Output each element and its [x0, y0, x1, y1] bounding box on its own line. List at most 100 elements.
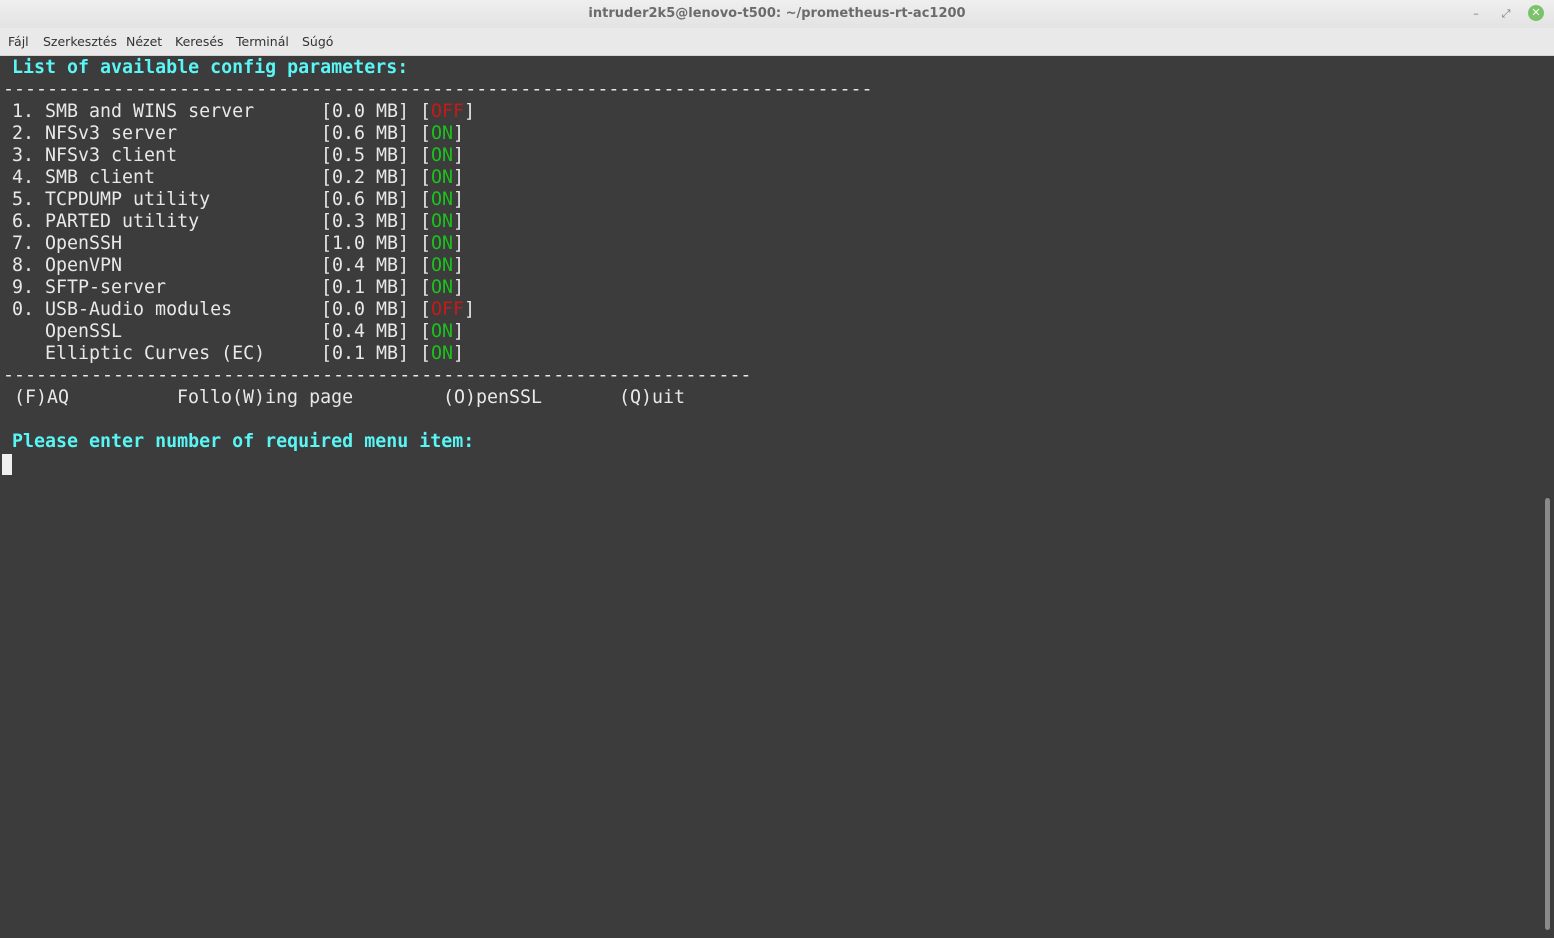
config-item-name: USB-Audio modules	[45, 299, 233, 320]
menu-bar: Fájl Szerkesztés Nézet Keresés Terminál …	[0, 28, 1554, 56]
config-item-status-wrap: [ON]	[420, 123, 464, 145]
config-item-status-wrap: [OFF]	[420, 101, 475, 123]
config-item-status-wrap: [ON]	[420, 211, 464, 233]
config-item-row: 5. TCPDUMP utility [0.6 MB] [ON]	[12, 189, 492, 211]
config-item-name: SMB and WINS server	[45, 101, 255, 122]
config-item-name: Elliptic Curves (EC)	[45, 343, 266, 364]
config-item-status: ON	[431, 277, 454, 298]
config-item-row: 3. NFSv3 client [0.5 MB] [ON]	[12, 145, 492, 167]
config-item-row: 6. PARTED utility [0.3 MB] [ON]	[12, 211, 492, 233]
input-prompt: Please enter number of required menu ite…	[12, 431, 475, 452]
config-item-row: 4. SMB client [0.2 MB] [ON]	[12, 167, 492, 189]
window-title: intruder2k5@lenovo-t500: ~/prometheus-rt…	[588, 6, 966, 21]
config-item-name: OpenVPN	[45, 255, 123, 276]
config-item-status: ON	[431, 167, 454, 188]
config-item-status: ON	[431, 123, 454, 144]
menu-view[interactable]: Nézet	[126, 34, 162, 49]
config-item-row: 1. SMB and WINS server [0.0 MB] [OFF]	[12, 101, 492, 123]
status-bracket-close: ]	[453, 167, 465, 188]
config-item-row: 7. OpenSSH [1.0 MB] [ON]	[12, 233, 492, 255]
config-item-size: [0.1 MB]	[321, 343, 410, 364]
config-item-status-wrap: [ON]	[420, 255, 464, 277]
config-item-status: ON	[431, 255, 454, 276]
status-bracket-close: ]	[453, 189, 465, 210]
status-bracket-close: ]	[453, 321, 465, 342]
status-bracket-close: ]	[453, 123, 465, 144]
scrollbar[interactable]	[1545, 498, 1550, 930]
config-item-size: [1.0 MB]	[321, 233, 410, 254]
menu-edit[interactable]: Szerkesztés	[43, 34, 117, 49]
config-item-status: ON	[431, 145, 454, 166]
config-item-status: ON	[431, 321, 454, 342]
status-bracket-close: ]	[453, 277, 465, 298]
config-item-number: 5.	[12, 189, 35, 210]
config-item-row: OpenSSL [0.4 MB] [ON]	[12, 321, 492, 343]
config-item-number: 9.	[12, 277, 35, 298]
terminal-area[interactable]: List of available config parameters: ---…	[0, 56, 1554, 938]
config-item-number: 1.	[12, 101, 35, 122]
separator-top: ----------------------------------------…	[3, 79, 873, 100]
config-item-size: [0.0 MB]	[321, 101, 410, 122]
config-item-status-wrap: [ON]	[420, 321, 464, 343]
title-bar: intruder2k5@lenovo-t500: ~/prometheus-rt…	[0, 0, 1554, 28]
status-bracket-open: [	[420, 255, 432, 276]
status-bracket-close: ]	[453, 233, 465, 254]
menu-search[interactable]: Keresés	[175, 34, 224, 49]
config-item-status-wrap: [OFF]	[420, 299, 475, 321]
status-bracket-open: [	[420, 321, 432, 342]
option-following-page: Follo(W)ing page	[177, 387, 354, 408]
status-bracket-open: [	[420, 189, 432, 210]
config-item-size: [0.1 MB]	[321, 277, 410, 298]
config-item-name: OpenSSL	[45, 321, 123, 342]
status-bracket-close: ]	[464, 299, 476, 320]
close-icon[interactable]: ✕	[1528, 5, 1544, 21]
status-bracket-open: [	[420, 167, 432, 188]
config-item-status-wrap: [ON]	[420, 145, 464, 167]
option-openssl: (O)penSSL	[443, 387, 543, 408]
config-item-status: ON	[431, 211, 454, 232]
config-item-size: [0.3 MB]	[321, 211, 410, 232]
status-bracket-open: [	[420, 211, 432, 232]
config-item-size: [0.4 MB]	[321, 255, 410, 276]
config-item-status-wrap: [ON]	[420, 233, 464, 255]
config-item-status: ON	[431, 233, 454, 254]
config-item-name: OpenSSH	[45, 233, 123, 254]
status-bracket-open: [	[420, 145, 432, 166]
menu-help[interactable]: Súgó	[302, 34, 333, 49]
menu-terminal[interactable]: Terminál	[236, 34, 289, 49]
status-bracket-open: [	[420, 277, 432, 298]
config-item-row: 0. USB-Audio modules [0.0 MB] [OFF]	[12, 299, 492, 321]
config-item-name: NFSv3 client	[45, 145, 178, 166]
config-item-status-wrap: [ON]	[420, 343, 464, 365]
config-item-number: 2.	[12, 123, 35, 144]
status-bracket-close: ]	[453, 255, 465, 276]
option-faq: (F)AQ	[14, 387, 70, 408]
config-item-row: Elliptic Curves (EC) [0.1 MB] [ON]	[12, 343, 492, 365]
maximize-icon[interactable]: ⤢	[1497, 5, 1515, 23]
config-item-name: PARTED utility	[45, 211, 200, 232]
config-item-status-wrap: [ON]	[420, 277, 464, 299]
config-item-number: 4.	[12, 167, 35, 188]
config-item-row: 8. OpenVPN [0.4 MB] [ON]	[12, 255, 492, 277]
config-item-name: SMB client	[45, 167, 156, 188]
menu-file[interactable]: Fájl	[8, 34, 29, 49]
status-bracket-open: [	[420, 123, 432, 144]
config-item-status: OFF	[431, 101, 465, 122]
config-item-number: 3.	[12, 145, 35, 166]
minimize-icon[interactable]: –	[1467, 5, 1485, 23]
status-bracket-close: ]	[453, 211, 465, 232]
config-item-row: 2. NFSv3 server [0.6 MB] [ON]	[12, 123, 492, 145]
status-bracket-close: ]	[464, 101, 476, 122]
config-heading: List of available config parameters:	[12, 57, 409, 78]
status-bracket-open: [	[420, 101, 432, 122]
config-item-size: [0.4 MB]	[321, 321, 410, 342]
config-item-size: [0.0 MB]	[321, 299, 410, 320]
status-bracket-close: ]	[453, 145, 465, 166]
option-quit: (Q)uit	[619, 387, 686, 408]
config-item-name: SFTP-server	[45, 277, 167, 298]
config-item-number: 6.	[12, 211, 35, 232]
config-item-row: 9. SFTP-server [0.1 MB] [ON]	[12, 277, 492, 299]
config-item-status: ON	[431, 343, 454, 364]
separator-bottom: ----------------------------------------…	[3, 365, 752, 386]
config-item-size: [0.6 MB]	[321, 189, 410, 210]
